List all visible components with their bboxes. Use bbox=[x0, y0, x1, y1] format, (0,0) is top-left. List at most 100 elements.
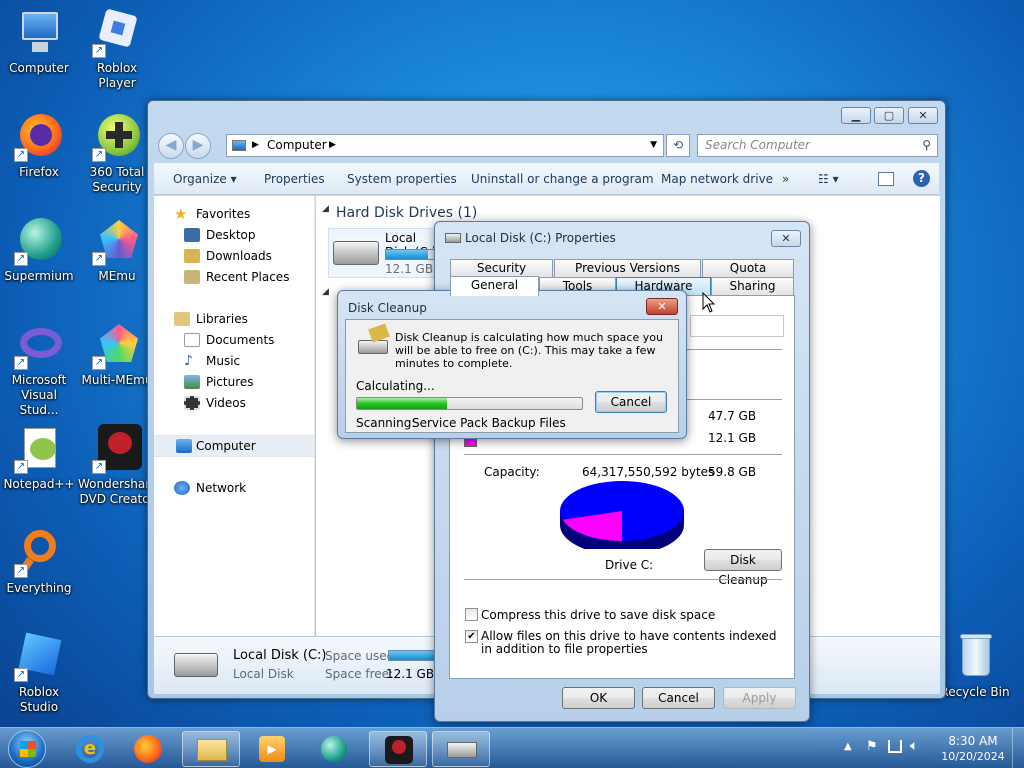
desktop-icon-label: Roblox Studio bbox=[18, 685, 60, 714]
taskbar-internet-explorer[interactable]: e bbox=[62, 731, 120, 767]
address-dropdown-icon[interactable]: ▼ bbox=[650, 135, 657, 156]
show-hidden-icons-icon[interactable]: ▲ bbox=[844, 741, 852, 752]
roblox-studio-icon: ↗ bbox=[14, 632, 64, 682]
drive-item[interactable]: Local Disk (C:) 12.1 GB free of 59.8 GB bbox=[328, 228, 440, 278]
desktop-icon-everything[interactable]: ↗ Everything bbox=[0, 528, 78, 596]
ok-button[interactable]: OK bbox=[562, 687, 635, 709]
computer-icon bbox=[176, 439, 192, 453]
mouse-cursor-icon bbox=[702, 292, 716, 313]
taskbar-disk-cleanup[interactable] bbox=[432, 731, 490, 767]
media-player-icon: ▶ bbox=[259, 736, 285, 762]
action-center-icon[interactable]: ⚑ bbox=[866, 739, 878, 754]
shortcut-arrow-icon: ↗ bbox=[92, 44, 106, 58]
shortcut-arrow-icon: ↗ bbox=[14, 460, 28, 474]
capacity-gb: 59.8 GB bbox=[708, 465, 757, 479]
minimize-button[interactable]: ▁ bbox=[841, 107, 871, 124]
desktop-icon-roblox-player[interactable]: ↗ Roblox Player bbox=[78, 8, 156, 91]
desktop-icon-multi-memu[interactable]: ↗ Multi-MEmu bbox=[78, 320, 156, 388]
cleanup-close-button[interactable]: ✕ bbox=[646, 298, 678, 315]
more-commands-button[interactable]: » bbox=[782, 172, 789, 186]
back-button[interactable]: ◀ bbox=[158, 133, 184, 159]
nav-videos[interactable]: Videos bbox=[154, 393, 314, 413]
shortcut-arrow-icon: ↗ bbox=[92, 148, 106, 162]
cleanup-progress-bar bbox=[356, 397, 583, 410]
collapse-group-icon[interactable]: ◢ bbox=[322, 204, 329, 214]
close-button[interactable]: ✕ bbox=[908, 107, 938, 124]
360-security-icon: ↗ bbox=[92, 112, 142, 162]
nav-favorites[interactable]: ★ Favorites bbox=[154, 204, 314, 224]
desktop-icon-360-total-security[interactable]: ↗ 360 Total Security bbox=[78, 112, 156, 195]
nav-libraries[interactable]: Libraries bbox=[154, 309, 314, 329]
capacity-label: Capacity: bbox=[484, 465, 540, 479]
desktop-icon-supermium[interactable]: ↗ Supermium bbox=[0, 216, 78, 284]
videos-icon bbox=[184, 396, 200, 410]
map-network-drive-button[interactable]: Map network drive bbox=[661, 172, 773, 186]
start-button[interactable] bbox=[8, 730, 46, 768]
tab-general[interactable]: General bbox=[450, 276, 539, 296]
taskbar-media-player[interactable]: ▶ bbox=[244, 731, 302, 767]
multi-memu-icon: ↗ bbox=[92, 320, 142, 370]
compress-checkbox[interactable] bbox=[465, 608, 478, 621]
network-tray-icon[interactable] bbox=[888, 740, 902, 753]
disk-cleanup-dialog: Disk Cleanup ✕ Disk Cleanup is calculati… bbox=[337, 290, 687, 439]
change-view-icon[interactable]: ☷ ▾ bbox=[818, 172, 839, 186]
volume-label-field[interactable] bbox=[690, 315, 784, 337]
pictures-icon bbox=[184, 375, 200, 389]
nav-desktop[interactable]: Desktop bbox=[154, 225, 314, 245]
nav-network[interactable]: Network bbox=[154, 478, 314, 498]
desktop-icon-visual-studio[interactable]: ↗ Microsoft Visual Stud... bbox=[0, 320, 78, 418]
search-input[interactable]: Search Computer ⚲ bbox=[697, 134, 938, 157]
cancel-button[interactable]: Cancel bbox=[642, 687, 715, 709]
space-free-label: Space free: bbox=[325, 667, 394, 681]
desktop-icon-label: Notepad++ bbox=[3, 477, 75, 491]
nav-computer[interactable]: Computer bbox=[154, 435, 314, 457]
breadcrumb-separator-icon: ▶ bbox=[329, 140, 336, 150]
desktop-icon-computer[interactable]: Computer bbox=[0, 8, 78, 76]
clock-date[interactable]: 10/20/2024 bbox=[940, 750, 1006, 763]
index-checkbox[interactable]: ✔ bbox=[465, 630, 478, 643]
show-desktop-button[interactable] bbox=[1012, 728, 1024, 768]
help-icon[interactable]: ? bbox=[913, 170, 930, 187]
cleanup-cancel-button[interactable]: Cancel bbox=[595, 391, 667, 413]
downloads-icon bbox=[184, 249, 200, 263]
tab-previous-versions[interactable]: Previous Versions bbox=[554, 259, 701, 277]
drive-title-icon bbox=[445, 233, 461, 243]
nav-music[interactable]: ♪ Music bbox=[154, 351, 314, 371]
disk-cleanup-button[interactable]: Disk Cleanup bbox=[704, 549, 782, 587]
volume-icon[interactable]: 🔈︎ bbox=[910, 738, 918, 754]
taskbar-supermium[interactable] bbox=[306, 731, 364, 767]
apply-button[interactable]: Apply bbox=[723, 687, 796, 709]
desktop-icon-roblox-studio[interactable]: ↗ Roblox Studio bbox=[0, 632, 78, 715]
desktop-icon-notepad-plus-plus[interactable]: ↗ Notepad++ bbox=[0, 424, 78, 492]
collapse-group-icon[interactable]: ◢ bbox=[322, 287, 329, 297]
desktop-icon-wondershare-dvd-creator[interactable]: ↗ Wondershare DVD Creator bbox=[78, 424, 157, 507]
refresh-button[interactable]: ⟲ bbox=[666, 134, 690, 157]
taskbar-firefox[interactable] bbox=[120, 731, 178, 767]
tab-sharing[interactable]: Sharing bbox=[711, 277, 794, 295]
maximize-button[interactable]: ▢ bbox=[874, 107, 904, 124]
nav-pictures[interactable]: Pictures bbox=[154, 372, 314, 392]
breadcrumb-computer[interactable]: Computer bbox=[267, 135, 327, 156]
tab-quota[interactable]: Quota bbox=[702, 259, 794, 277]
address-bar[interactable]: ▶ Computer ▶ ▼ bbox=[226, 134, 664, 157]
desktop-icon-recycle-bin[interactable]: Recycle Bin bbox=[936, 632, 1014, 700]
preview-pane-icon[interactable] bbox=[878, 172, 894, 186]
properties-close-button[interactable]: ✕ bbox=[771, 230, 801, 247]
desktop-icon-label: Computer bbox=[9, 61, 69, 75]
taskbar-wondershare[interactable] bbox=[369, 731, 427, 767]
nav-downloads[interactable]: Downloads bbox=[154, 246, 314, 266]
system-properties-button[interactable]: System properties bbox=[347, 172, 457, 186]
supermium-icon: ↗ bbox=[14, 216, 64, 266]
desktop-icon-firefox[interactable]: ↗ Firefox bbox=[0, 112, 78, 180]
used-space-value: 47.7 GB bbox=[708, 409, 757, 423]
forward-button[interactable]: ▶ bbox=[185, 133, 211, 159]
nav-recent-places[interactable]: Recent Places bbox=[154, 267, 314, 287]
properties-button[interactable]: Properties bbox=[264, 172, 325, 186]
clock-time[interactable]: 8:30 AM bbox=[945, 734, 1001, 748]
organize-button[interactable]: Organize ▾ bbox=[173, 172, 237, 186]
taskbar-explorer[interactable] bbox=[182, 731, 240, 767]
uninstall-program-button[interactable]: Uninstall or change a program bbox=[471, 172, 654, 186]
tab-security[interactable]: Security bbox=[450, 259, 553, 277]
desktop-icon-memu[interactable]: ↗ MEmu bbox=[78, 216, 156, 284]
nav-documents[interactable]: Documents bbox=[154, 330, 314, 350]
